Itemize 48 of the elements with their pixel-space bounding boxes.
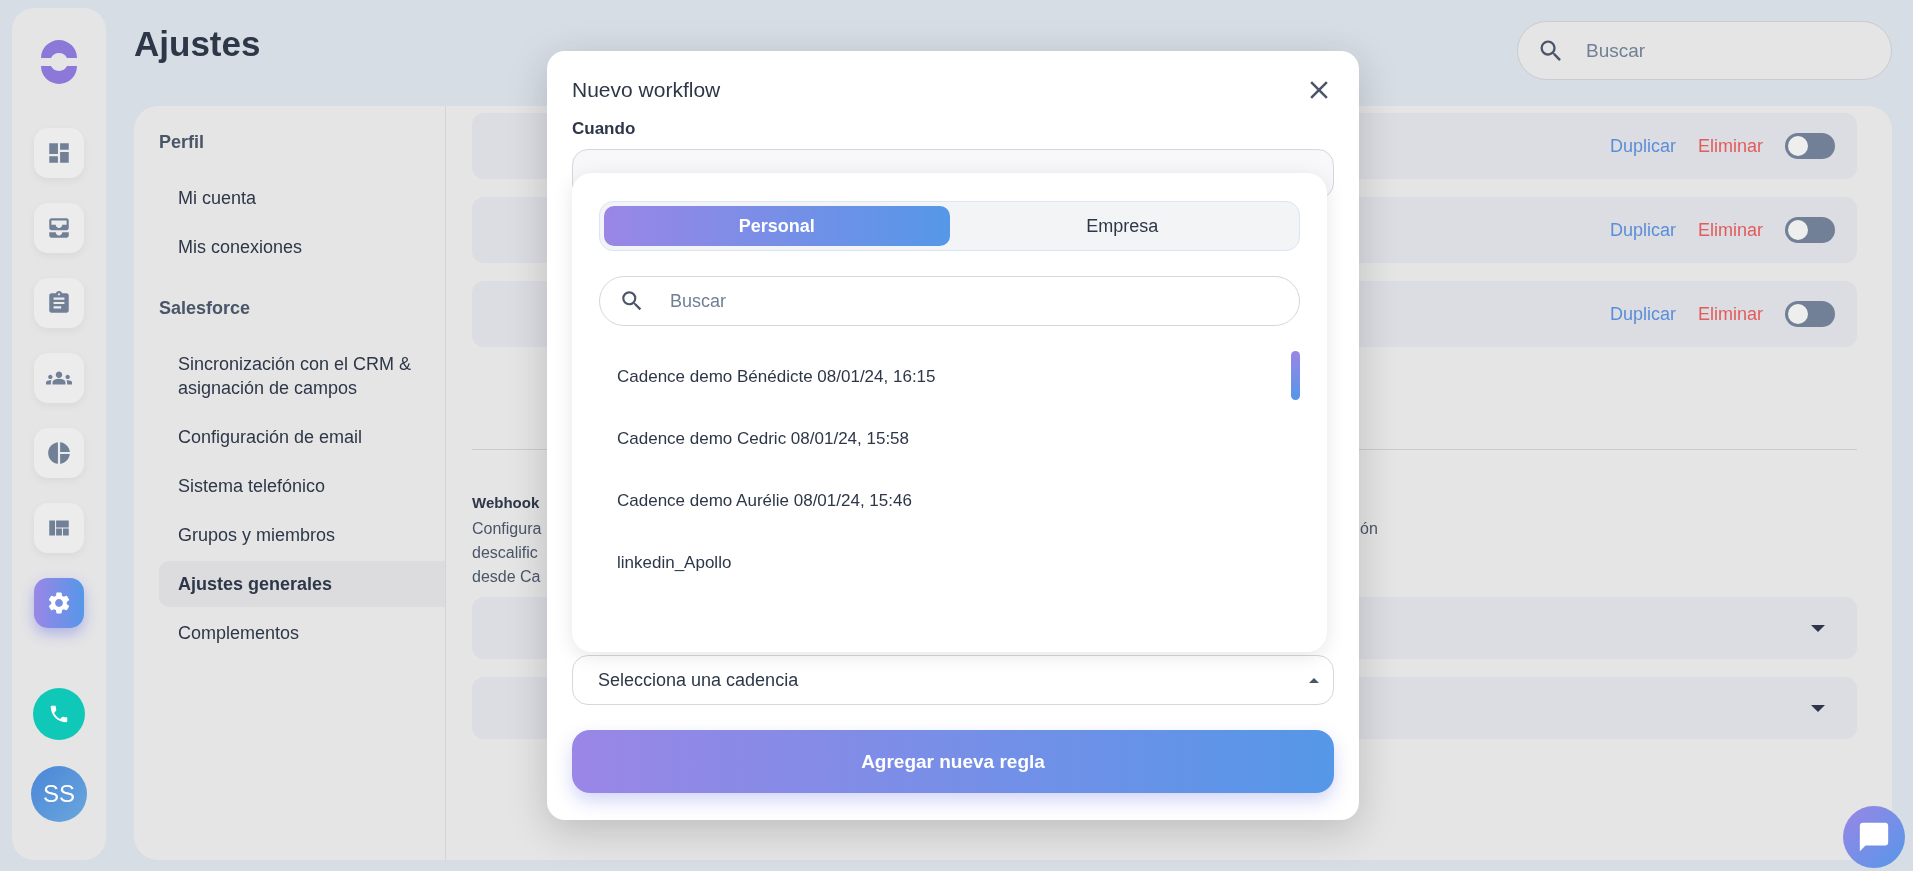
caret-icon <box>1811 624 1825 632</box>
description-text: ón <box>1360 519 1378 539</box>
clipboard-button[interactable] <box>34 278 84 328</box>
toggle-switch[interactable] <box>1785 133 1835 159</box>
tray-icon <box>46 215 72 241</box>
cadence-option[interactable]: linkedin_Apollo <box>599 532 1270 594</box>
settings-icon <box>46 590 72 616</box>
page-title: Ajustes <box>134 24 261 64</box>
dialog-title: Nuevo workflow <box>572 78 721 102</box>
nav-item[interactable]: Ajustes generales <box>159 561 445 607</box>
phone-icon <box>48 703 70 725</box>
dashboard-icon <box>46 140 72 166</box>
caret-icon <box>1811 704 1825 712</box>
nav-item[interactable]: Mis conexiones <box>159 224 445 270</box>
search-field[interactable]: Buscar <box>1517 21 1892 80</box>
select-placeholder: Selecciona una cadencia <box>598 669 799 691</box>
scrollbar-thumb[interactable] <box>1291 351 1300 400</box>
nav-item[interactable]: Configuración de email <box>159 414 445 460</box>
nav-item[interactable]: Mi cuenta <box>159 175 445 221</box>
tray-button[interactable] <box>34 203 84 253</box>
cadence-option[interactable]: Cadence demo Cedric 08/01/24, 15:58 <box>599 408 1270 470</box>
cadence-option[interactable]: Cadence demo Bénédicte 08/01/24, 16:15 <box>599 346 1270 408</box>
description-text: desde Ca <box>472 567 541 587</box>
phone-button[interactable] <box>33 688 85 740</box>
people-button[interactable] <box>34 353 84 403</box>
settings-button[interactable] <box>34 578 84 628</box>
dashboard-button[interactable] <box>34 128 84 178</box>
pie-chart-icon <box>46 440 72 466</box>
nav-item[interactable]: Grupos y miembros <box>159 512 445 558</box>
nav-item[interactable]: Complementos <box>159 610 445 656</box>
pie-chart-button[interactable] <box>34 428 84 478</box>
nav-section-title: Perfil <box>159 132 206 153</box>
nav-section-title: Salesforce <box>159 298 252 319</box>
description-text: descalific <box>472 543 538 563</box>
field-label: Cuando <box>572 119 637 139</box>
toggle-switch[interactable] <box>1785 217 1835 243</box>
nav-item[interactable]: Sistema telefónico <box>159 463 445 509</box>
caret-icon <box>1309 677 1319 683</box>
clipboard-icon <box>46 290 72 316</box>
layout-button[interactable] <box>34 503 84 553</box>
search-field[interactable]: Buscar <box>599 276 1300 326</box>
cadence-option[interactable]: Cadence demo Aurélie 08/01/24, 15:46 <box>599 470 1270 532</box>
nav-item[interactable]: Sincronización con el CRM & asignación de campos <box>159 341 445 411</box>
section-title: Webhook <box>472 494 540 511</box>
segment-tab[interactable]: Empresa <box>949 206 1295 246</box>
description-text: Configura <box>472 519 542 539</box>
toggle-switch[interactable] <box>1785 301 1835 327</box>
cadence-select[interactable]: Selecciona una cadencia <box>572 655 1334 705</box>
